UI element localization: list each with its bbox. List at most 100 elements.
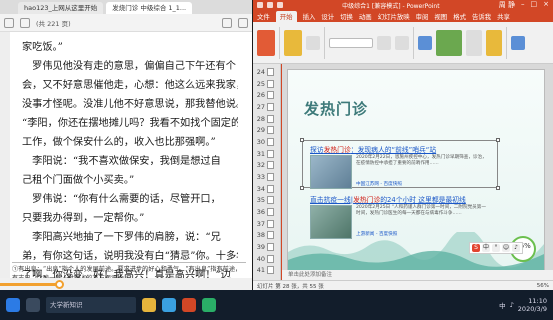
slide-thumbnail-pane[interactable]: 24 25 26 27 28 29 30 31 32 33 34 35 36 37 38 39 40 41 [253, 64, 281, 280]
back-icon[interactable] [4, 17, 14, 28]
arrange-icon[interactable] [466, 29, 482, 56]
resize-handle[interactable] [496, 186, 500, 190]
ime-voice-icon[interactable]: ♪ [512, 244, 520, 252]
slide-number[interactable]: 25 [255, 80, 265, 88]
slide-number[interactable]: 40 [255, 255, 265, 263]
slide-thumbnail[interactable] [267, 219, 274, 228]
news-title[interactable]: 探访发热门诊：发现病人的“前线”哨兵“站 [310, 144, 490, 154]
slide-thumbnail[interactable] [267, 114, 274, 123]
quick-styles-icon[interactable] [486, 29, 502, 56]
search-icon[interactable] [26, 298, 40, 312]
tab-format[interactable]: 格式 [453, 12, 466, 21]
sogou-ime-icon[interactable]: S [472, 244, 480, 252]
minimize-icon[interactable]: – [521, 0, 525, 10]
slide-thumbnail[interactable] [267, 208, 274, 216]
zoom-icon[interactable] [222, 17, 232, 28]
slide-thumbnail[interactable] [267, 196, 274, 205]
tab-animations[interactable]: 动画 [359, 12, 372, 21]
forward-icon[interactable] [20, 17, 30, 28]
tab-review[interactable]: 审阅 [416, 12, 429, 21]
slide-thumbnail[interactable] [267, 266, 274, 275]
slide-number[interactable]: 35 [255, 196, 265, 204]
slide-number[interactable]: 33 [255, 173, 265, 181]
undo-icon[interactable] [267, 2, 273, 8]
resize-handle[interactable] [300, 138, 304, 142]
slide-thumbnail[interactable] [267, 79, 274, 88]
tab-design[interactable]: 设计 [321, 12, 334, 21]
news-item-2[interactable]: 直击抗疫一线|发热门诊的24个小时 这里都是最初线 2020年2月25日 “人和… [310, 194, 490, 239]
reader-tab-document[interactable]: 发烧门诊 中级综合 1_1... [106, 2, 193, 14]
shapes-icon[interactable] [436, 29, 462, 56]
slide-number[interactable]: 38 [255, 231, 265, 239]
tell-me-box[interactable]: 告诉我 [472, 12, 491, 21]
tab-insert[interactable]: 插入 [303, 12, 316, 21]
clock[interactable]: 11:10 2020/3/9 [518, 297, 547, 313]
ime-lang-icon[interactable]: 中 [482, 244, 490, 252]
news-title[interactable]: 直击抗疫一线|发热门诊的24个小时 这里都是最初线 [310, 194, 490, 204]
language-indicator[interactable]: 中 [499, 300, 506, 310]
slide-thumbnail[interactable] [267, 161, 274, 170]
resize-handle[interactable] [300, 186, 304, 190]
slide-number[interactable]: 39 [255, 243, 265, 251]
slide-number[interactable]: 32 [255, 161, 265, 169]
slide-number[interactable]: 27 [255, 103, 265, 111]
slide-title[interactable]: 发热门诊 [304, 98, 368, 119]
taskbar-task[interactable]: 大学新知识 [46, 297, 136, 313]
maximize-icon[interactable]: □ [530, 0, 537, 10]
wechat-icon[interactable] [202, 298, 216, 312]
save-icon[interactable] [257, 2, 263, 8]
ime-emoji-icon[interactable]: ☺ [502, 244, 510, 252]
slide-number[interactable]: 29 [255, 126, 265, 134]
powerpoint-icon[interactable] [182, 298, 196, 312]
reading-progress-bar[interactable] [0, 278, 252, 290]
slide-thumbnail[interactable] [267, 126, 274, 135]
slide-thumbnail[interactable] [267, 231, 274, 240]
tab-file[interactable]: 文件 [257, 12, 270, 21]
italic-icon[interactable] [395, 35, 409, 50]
tab-slideshow[interactable]: 幻灯片放映 [378, 12, 410, 21]
tab-home[interactable]: 开始 [275, 10, 297, 22]
slide-number[interactable]: 26 [255, 91, 265, 99]
slide-thumbnail[interactable] [267, 184, 274, 193]
slide-number[interactable]: 34 [255, 185, 265, 193]
tab-view[interactable]: 视图 [434, 12, 447, 21]
explorer-icon[interactable] [142, 298, 156, 312]
news-item-1[interactable]: 探访发热门诊：发现病人的“前线”哨兵“站 2020年2月22日，恩施州疾控中心，… [310, 144, 490, 189]
layout-icon[interactable] [306, 35, 320, 50]
menu-icon[interactable] [238, 17, 248, 28]
new-slide-icon[interactable] [284, 29, 302, 56]
font-box[interactable] [329, 37, 373, 48]
slide-thumbnail[interactable] [267, 91, 274, 100]
slide-number[interactable]: 28 [255, 115, 265, 123]
slide-thumbnail[interactable] [267, 138, 274, 146]
slide-number[interactable]: 37 [255, 220, 265, 228]
slide-number[interactable]: 30 [255, 138, 265, 146]
slide[interactable]: 发热门诊 探访发热门诊：发现病人的“前线”哨兵“站 2020年2月22日，恩施州… [288, 70, 544, 270]
ime-toolbar[interactable]: S 中 ° ☺ ♪ [469, 242, 523, 254]
paste-icon[interactable] [257, 29, 275, 56]
zoom-level[interactable]: 56% [537, 283, 549, 289]
close-icon[interactable]: × [543, 0, 549, 10]
bold-icon[interactable] [377, 35, 391, 50]
align-icon[interactable] [418, 35, 432, 50]
slide-thumbnail[interactable] [267, 254, 274, 263]
slide-thumbnail[interactable] [267, 103, 274, 111]
news-source[interactable]: 中国江苏网 - 百度快照 [356, 181, 402, 187]
notes-pane[interactable]: 单击此处添加备注 [282, 270, 553, 280]
slide-number[interactable]: 41 [255, 266, 265, 274]
progress-knob[interactable] [55, 280, 65, 289]
slide-number[interactable]: 24 [255, 68, 265, 76]
browser-icon[interactable] [162, 298, 176, 312]
tab-transitions[interactable]: 切换 [340, 12, 353, 21]
slide-thumbnail[interactable] [267, 149, 274, 158]
start-icon[interactable] [6, 298, 20, 312]
redo-icon[interactable] [277, 2, 283, 8]
slide-thumbnail[interactable] [267, 243, 274, 251]
ime-punct-icon[interactable]: ° [492, 244, 500, 252]
share-button[interactable]: 共享 [497, 12, 510, 21]
slide-thumbnail[interactable] [267, 68, 274, 76]
find-icon[interactable] [511, 35, 525, 50]
slide-number[interactable]: 31 [255, 150, 265, 158]
slide-thumbnail[interactable] [267, 173, 274, 181]
reader-tab-hao123[interactable]: hao123_上网从这里开始 [18, 2, 104, 14]
